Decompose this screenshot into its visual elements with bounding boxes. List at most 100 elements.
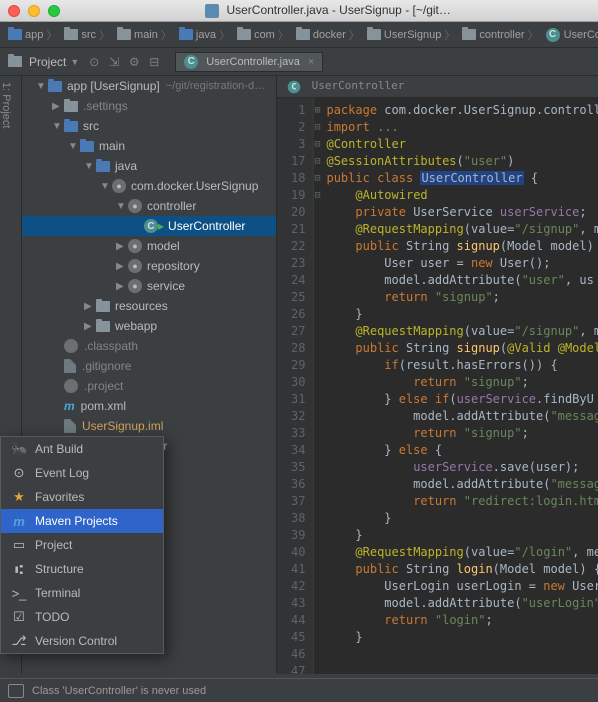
- popup-item[interactable]: ⎇Version Control: [1, 629, 163, 653]
- tree-node[interactable]: ●model: [22, 236, 276, 256]
- code-line[interactable]: return "signup";: [326, 374, 598, 391]
- tool-window-popup[interactable]: 🐜Ant Build⊙Event Log★FavoritesmMaven Pro…: [0, 436, 164, 654]
- breadcrumb-item[interactable]: UserSignup〉: [365, 27, 460, 43]
- class-icon: C: [546, 28, 560, 42]
- code-line[interactable]: model.addAttribute("userLogin": [326, 595, 598, 612]
- code-line[interactable]: return "signup";: [326, 289, 598, 306]
- tree-arrow-icon[interactable]: [100, 181, 112, 192]
- folder-icon: [64, 121, 78, 132]
- tree-arrow-icon[interactable]: [116, 201, 128, 212]
- tree-node[interactable]: UserSignup.iml: [22, 416, 276, 436]
- breadcrumb-item[interactable]: controller〉: [460, 27, 543, 43]
- tree-node[interactable]: ●service: [22, 276, 276, 296]
- breadcrumb-item[interactable]: src〉: [62, 27, 115, 43]
- status-icon[interactable]: [8, 684, 24, 698]
- popup-item[interactable]: ★Favorites: [1, 485, 163, 509]
- tree-node[interactable]: .gitignore: [22, 356, 276, 376]
- minimize-window-button[interactable]: [28, 5, 40, 17]
- breadcrumb-item[interactable]: main〉: [115, 27, 177, 43]
- tree-node[interactable]: app [UserSignup]~/git/registration-d…: [22, 76, 276, 96]
- editor-breadcrumb[interactable]: C UserController: [277, 76, 598, 98]
- code-line[interactable]: model.addAttribute("messag: [326, 408, 598, 425]
- popup-item[interactable]: >_Terminal: [1, 581, 163, 605]
- code-line[interactable]: public String login(Model model) {: [326, 561, 598, 578]
- code-line[interactable]: UserLogin userLogin = new User: [326, 578, 598, 595]
- code-line[interactable]: } else if(userService.findByU: [326, 391, 598, 408]
- close-window-button[interactable]: [8, 5, 20, 17]
- tree-node[interactable]: webapp: [22, 316, 276, 336]
- code-line[interactable]: @RequestMapping(value="/login", me: [326, 544, 598, 561]
- code-line[interactable]: @Controller: [326, 136, 598, 153]
- code-line[interactable]: public class UserController {: [326, 170, 598, 187]
- scroll-from-source-icon[interactable]: ⊙: [85, 53, 103, 71]
- popup-item[interactable]: 🐜Ant Build: [1, 437, 163, 461]
- tree-node[interactable]: .project: [22, 376, 276, 396]
- tree-label: pom.xml: [81, 399, 126, 413]
- tree-node[interactable]: mpom.xml: [22, 396, 276, 416]
- breadcrumb-item[interactable]: app〉: [6, 27, 62, 43]
- tree-node[interactable]: src: [22, 116, 276, 136]
- tree-node[interactable]: ●controller: [22, 196, 276, 216]
- tree-node[interactable]: ●com.docker.UserSignup: [22, 176, 276, 196]
- popup-item[interactable]: ⑆Structure: [1, 557, 163, 581]
- tree-arrow-icon[interactable]: [84, 321, 96, 332]
- code-editor[interactable]: C UserController 12317181920212223242526…: [277, 76, 598, 674]
- popup-item[interactable]: ▭Project: [1, 533, 163, 557]
- editor-tab[interactable]: C UserController.java ×: [175, 52, 323, 72]
- navigation-breadcrumb[interactable]: app〉src〉main〉java〉com〉docker〉UserSignup〉…: [0, 22, 598, 48]
- tree-arrow-icon[interactable]: [52, 121, 64, 132]
- code-line[interactable]: public String signup(@Valid @Model: [326, 340, 598, 357]
- code-line[interactable]: } else {: [326, 442, 598, 459]
- tree-node[interactable]: java: [22, 156, 276, 176]
- tree-arrow-icon[interactable]: [116, 261, 128, 272]
- code-line[interactable]: model.addAttribute("user", us: [326, 272, 598, 289]
- code-line[interactable]: if(result.hasErrors()) {: [326, 357, 598, 374]
- code-line[interactable]: import ...: [326, 119, 598, 136]
- popup-item[interactable]: ☑TODO: [1, 605, 163, 629]
- line-number: 2: [291, 119, 305, 136]
- code-line[interactable]: package com.docker.UserSignup.controll: [326, 102, 598, 119]
- tree-arrow-icon[interactable]: [116, 281, 128, 292]
- code-line[interactable]: @RequestMapping(value="/signup", m: [326, 323, 598, 340]
- code-line[interactable]: userService.save(user);: [326, 459, 598, 476]
- code-line[interactable]: }: [326, 629, 598, 646]
- tree-arrow-icon[interactable]: [116, 241, 128, 252]
- tree-node[interactable]: main: [22, 136, 276, 156]
- project-panel-selector[interactable]: Project ▼: [4, 53, 83, 71]
- tree-node[interactable]: ●repository: [22, 256, 276, 276]
- breadcrumb-item[interactable]: java〉: [177, 27, 235, 43]
- close-tab-icon[interactable]: ×: [308, 56, 314, 68]
- breadcrumb-item[interactable]: CUserCon…: [544, 28, 598, 42]
- code-line[interactable]: }: [326, 306, 598, 323]
- code-line[interactable]: }: [326, 527, 598, 544]
- tree-node[interactable]: .settings: [22, 96, 276, 116]
- tree-arrow-icon[interactable]: [68, 141, 80, 152]
- tree-node[interactable]: resources: [22, 296, 276, 316]
- code-line[interactable]: return "login";: [326, 612, 598, 629]
- tree-node[interactable]: C▸UserController: [22, 216, 276, 236]
- tree-arrow-icon[interactable]: [36, 81, 48, 92]
- breadcrumb-item[interactable]: docker〉: [294, 27, 365, 43]
- code-line[interactable]: }: [326, 510, 598, 527]
- tree-node[interactable]: .classpath: [22, 336, 276, 356]
- code-area[interactable]: package com.docker.UserSignup.controllim…: [320, 98, 598, 674]
- zoom-window-button[interactable]: [48, 5, 60, 17]
- tree-arrow-icon[interactable]: [52, 101, 64, 112]
- hide-panel-icon[interactable]: ⊟: [145, 53, 163, 71]
- code-line[interactable]: return "signup";: [326, 425, 598, 442]
- code-line[interactable]: private UserService userService;: [326, 204, 598, 221]
- breadcrumb-item[interactable]: com〉: [235, 27, 294, 43]
- code-line[interactable]: User user = new User();: [326, 255, 598, 272]
- settings-gear-icon[interactable]: ⚙: [125, 53, 143, 71]
- code-line[interactable]: @RequestMapping(value="/signup", m: [326, 221, 598, 238]
- code-line[interactable]: model.addAttribute("messag: [326, 476, 598, 493]
- code-line[interactable]: @Autowired: [326, 187, 598, 204]
- tree-arrow-icon[interactable]: [84, 301, 96, 312]
- code-line[interactable]: @SessionAttributes("user"): [326, 153, 598, 170]
- code-line[interactable]: public String signup(Model model): [326, 238, 598, 255]
- tree-arrow-icon[interactable]: [84, 161, 96, 172]
- popup-item[interactable]: mMaven Projects: [1, 509, 163, 533]
- code-line[interactable]: return "redirect:login.htm: [326, 493, 598, 510]
- collapse-all-icon[interactable]: ⇲: [105, 53, 123, 71]
- popup-item[interactable]: ⊙Event Log: [1, 461, 163, 485]
